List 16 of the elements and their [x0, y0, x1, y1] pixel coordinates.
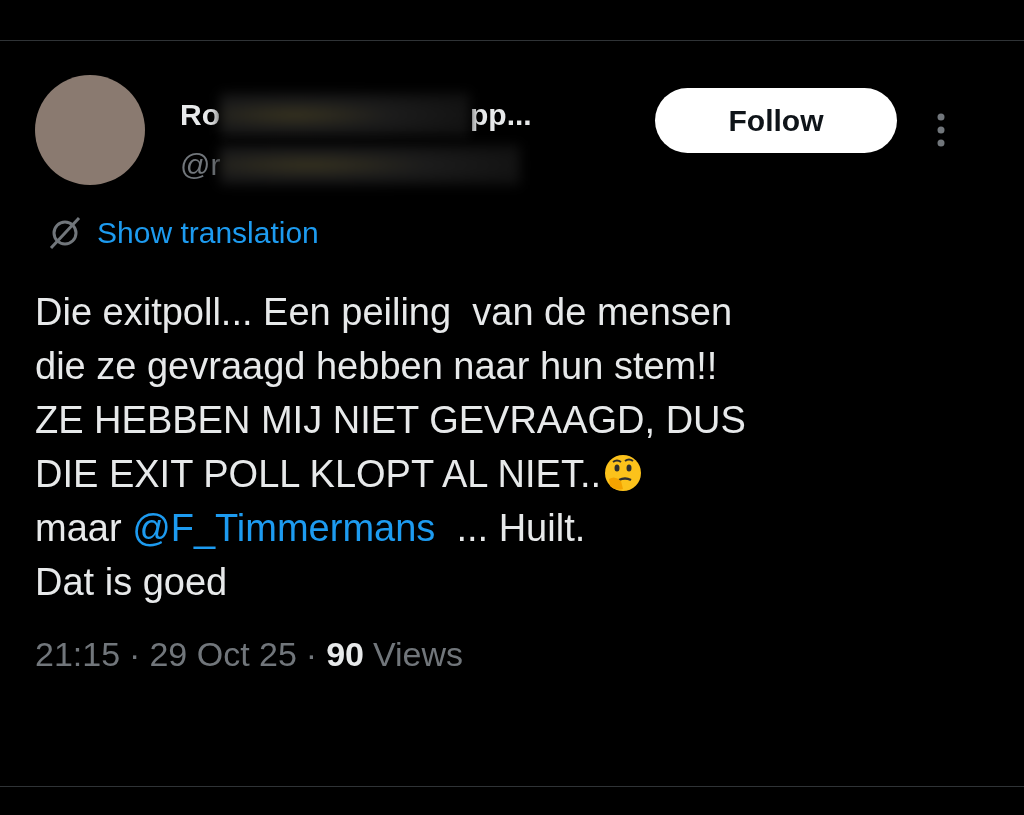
post-time[interactable]: 21:15: [35, 635, 121, 674]
show-translation-link[interactable]: Show translation: [97, 216, 319, 250]
user-handle: @r: [180, 148, 221, 182]
display-name: Ro: [180, 98, 220, 132]
tweet-text: Die exitpoll... Een peiling van de mensen die ze gevraagd hebben naar hun stem!! ZE HEBBEN MIJ NIET GEVRAAGD, DUS DIE EXIT POLL KLOPT AL NIET.. maar @F_Timmermans ... Huilt. Dat is goed: [35, 290, 747, 605]
mention-link[interactable]: @F_Timmermans: [132, 507, 436, 549]
separator-dot: ·: [129, 635, 141, 674]
views-label: Views: [373, 635, 464, 674]
globe-slash-icon: [47, 215, 83, 251]
thinking-face-icon: [603, 453, 643, 493]
more-options-icon[interactable]: [937, 113, 945, 147]
post-date[interactable]: 29 Oct 25: [149, 635, 297, 674]
views-count: 90: [326, 635, 364, 674]
follow-button[interactable]: Follow: [655, 88, 897, 153]
separator-dot: ·: [305, 635, 318, 674]
display-name: pp...: [470, 98, 532, 132]
